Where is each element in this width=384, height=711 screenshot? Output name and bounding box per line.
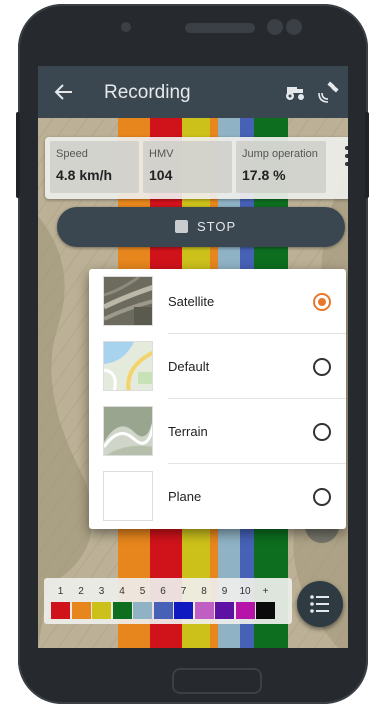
stat-label: Jump operation	[242, 148, 318, 160]
menu-button[interactable]	[297, 581, 343, 627]
app-screen: Recording Speed 4.8 km/h HMV 104 Jump op…	[38, 66, 348, 648]
legend-swatch	[51, 602, 70, 619]
map-option-label: Plane	[168, 489, 202, 504]
stat-label: Speed	[56, 148, 88, 160]
stop-icon	[175, 220, 188, 233]
legend-label: 10	[239, 586, 251, 597]
phone-speaker	[185, 23, 255, 33]
legend-label: 5	[139, 586, 146, 597]
arrow-left-icon[interactable]	[52, 80, 76, 104]
app-bar: Recording	[38, 66, 348, 118]
plane-thumbnail	[103, 471, 153, 521]
volume-button	[16, 112, 20, 198]
stat-value: 17.8 %	[242, 167, 286, 183]
legend-label: 6	[160, 586, 166, 597]
stop-button[interactable]: STOP	[57, 207, 345, 247]
satellite-thumbnail	[103, 276, 153, 326]
stat-value: 104	[149, 167, 173, 183]
map-option-label: Default	[168, 359, 210, 374]
legend-label: 2	[78, 586, 84, 597]
more-vert-icon[interactable]	[344, 145, 348, 167]
legend-label: 9	[221, 586, 228, 597]
home-button[interactable]	[172, 668, 262, 694]
legend-swatch	[235, 602, 255, 619]
map-option-label: Satellite	[168, 294, 215, 309]
radio-default[interactable]	[313, 358, 331, 376]
phone-camera	[267, 19, 283, 35]
stat-value: 4.8 km/h	[56, 167, 113, 183]
map-option-satellite[interactable]: Satellite	[89, 269, 346, 334]
legend-swatch	[112, 602, 132, 619]
phone-camera	[286, 19, 302, 35]
legend-label: 1	[57, 586, 64, 597]
map-option-default[interactable]: Default	[89, 334, 346, 399]
legend-swatch	[71, 602, 91, 619]
power-button	[365, 112, 369, 198]
stat-hmv: HMV 104	[143, 141, 232, 193]
legend-swatch	[174, 602, 193, 619]
legend-label: 7	[180, 586, 187, 597]
legend-swatch	[256, 602, 275, 619]
stop-button-label: STOP	[197, 219, 237, 234]
legend-label: +	[262, 586, 269, 597]
color-legend: 1 2 3 4 5 6 7 8 9 10 +	[44, 578, 292, 624]
legend-swatch	[133, 602, 152, 619]
stat-speed: Speed 4.8 km/h	[50, 141, 139, 193]
legend-label: 4	[119, 586, 125, 597]
default-map-thumbnail	[103, 341, 153, 391]
legend-label: 8	[201, 586, 207, 597]
stat-label: HMV	[149, 148, 174, 160]
phone-sensor	[121, 22, 131, 32]
radio-plane[interactable]	[313, 488, 331, 506]
map-option-terrain[interactable]: Terrain	[89, 399, 346, 464]
legend-swatch	[92, 602, 111, 619]
legend-label: 3	[98, 586, 105, 597]
page-title: Recording	[104, 82, 191, 103]
satellite-signal-icon[interactable]	[318, 81, 342, 103]
radio-satellite[interactable]	[313, 293, 331, 311]
terrain-thumbnail	[103, 406, 153, 456]
map-type-dialog: Satellite Default Terrain Plane	[89, 269, 346, 529]
legend-swatch	[153, 602, 173, 619]
stats-panel: Speed 4.8 km/h HMV 104 Jump operation 17…	[45, 137, 348, 199]
list-icon	[310, 595, 329, 613]
radio-terrain[interactable]	[313, 423, 331, 441]
legend-swatch	[215, 602, 234, 619]
legend-swatch	[194, 602, 214, 619]
map-option-label: Terrain	[168, 424, 208, 439]
tractor-icon[interactable]	[283, 81, 307, 103]
stat-jump-operation: Jump operation 17.8 %	[236, 141, 326, 193]
map-option-plane[interactable]: Plane	[89, 464, 346, 529]
